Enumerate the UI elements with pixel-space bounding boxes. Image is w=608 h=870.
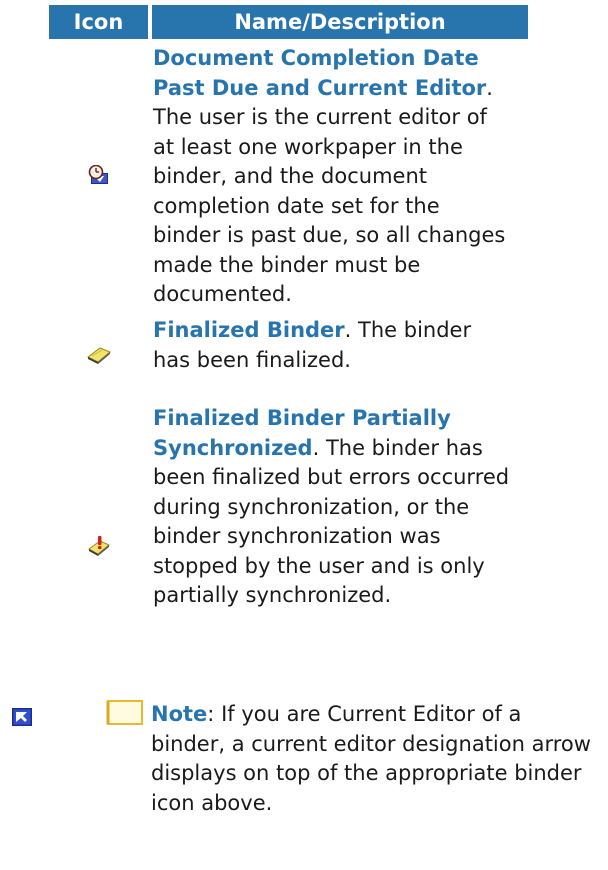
column-header-name: Name/Description: [152, 5, 528, 39]
note-text: Note: If you are Current Editor of a bin…: [151, 702, 591, 815]
table-row: Finalized Binder Partially Synchronized.…: [49, 404, 528, 692]
column-header-icon: Icon: [49, 5, 148, 39]
row-title: Finalized Binder: [153, 318, 345, 342]
note-body: If you are Current Editor of a binder, a…: [151, 702, 591, 815]
note-label: Note: [151, 702, 208, 726]
row-title: Document Completion Date Past Due and Cu…: [153, 46, 487, 100]
table-row: Finalized Binder. The binder has been fi…: [49, 316, 528, 398]
table-header: Icon Name/Description: [49, 5, 528, 39]
row-description: Finalized Binder Partially Synchronized.…: [153, 406, 510, 608]
current-editor-arrow-icon: [12, 708, 32, 730]
row-text: The user is the current editor of at lea…: [153, 105, 506, 306]
finalized-binder-icon: [86, 345, 112, 369]
row-description: Document Completion Date Past Due and Cu…: [153, 46, 506, 306]
row-description: Finalized Binder. The binder has been fi…: [153, 318, 472, 372]
finalized-binder-warning-icon: [87, 535, 111, 561]
clock-arrow-icon: [88, 164, 110, 189]
note-callout-icon: [105, 699, 145, 731]
row-text: The binder has been finalized but errors…: [153, 435, 510, 608]
table-row: Document Completion Date Past Due and Cu…: [49, 42, 528, 312]
